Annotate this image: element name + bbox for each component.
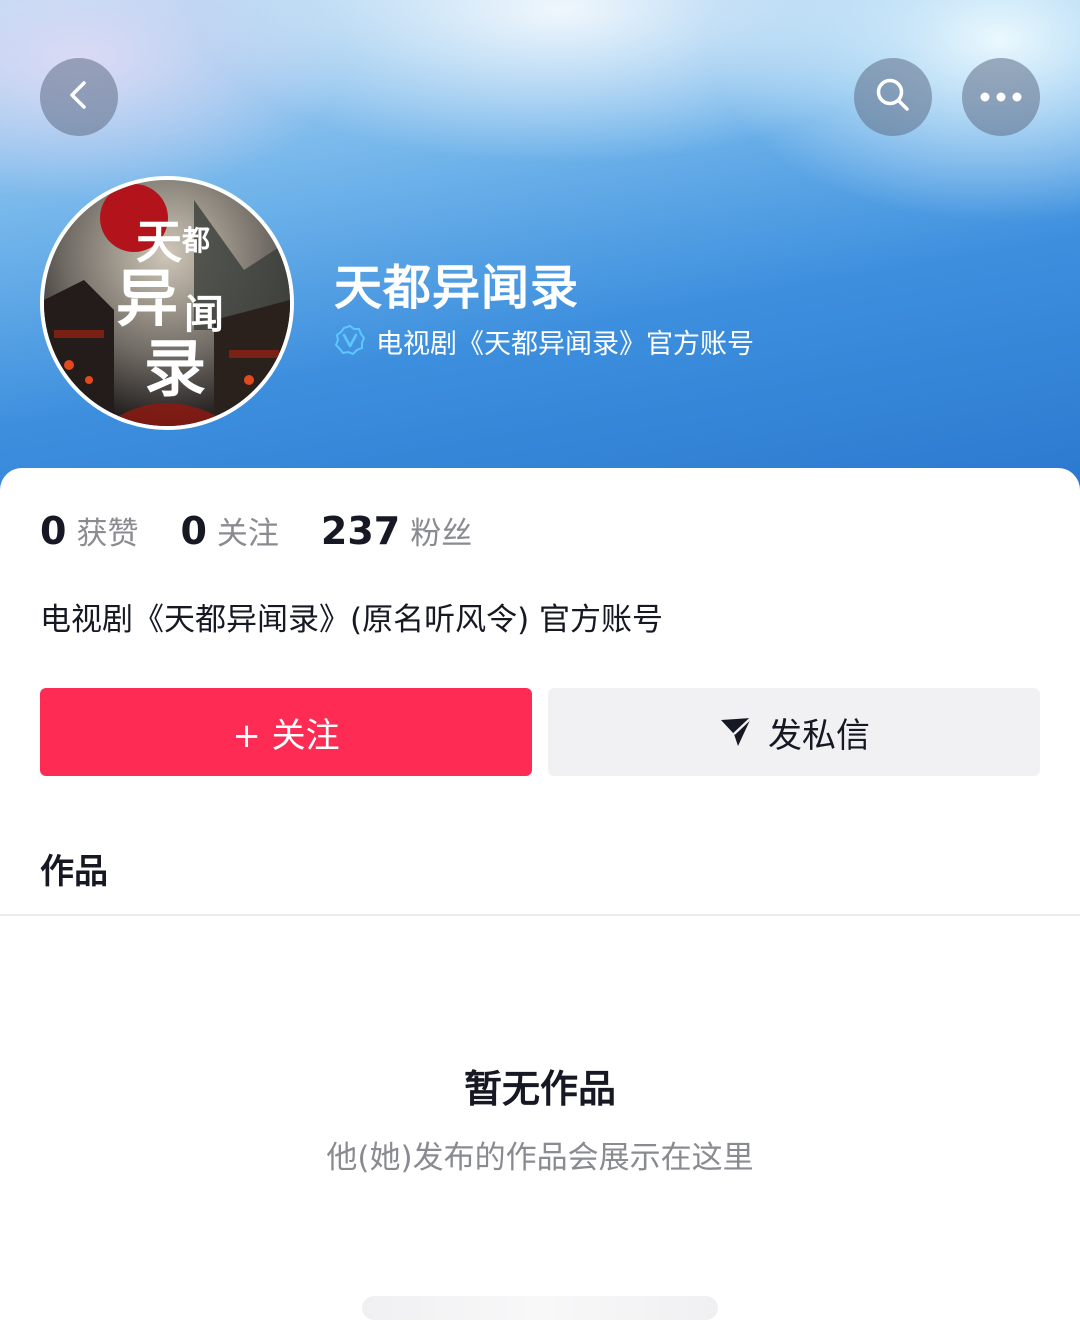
- verification-row: 电视剧《天都异闻录》官方账号: [334, 322, 754, 361]
- svg-text:都: 都: [181, 224, 210, 257]
- follow-button[interactable]: + 关注: [40, 688, 532, 776]
- send-icon: [718, 714, 754, 750]
- profile-bio: 电视剧《天都异闻录》(原名听风令) 官方账号: [40, 602, 664, 638]
- more-button[interactable]: [962, 58, 1040, 136]
- message-button[interactable]: 发私信: [548, 688, 1040, 776]
- search-button[interactable]: [854, 58, 932, 136]
- svg-text:天: 天: [136, 215, 182, 269]
- profile-stats: 0 获赞 0 关注 237 粉丝: [40, 508, 514, 553]
- message-button-label: 发私信: [768, 715, 870, 756]
- search-icon: [873, 75, 913, 119]
- more-horizontal-icon: [979, 88, 1023, 107]
- stat-following[interactable]: 0 关注: [180, 508, 278, 553]
- verified-badge-icon: [334, 324, 366, 360]
- follow-button-label: + 关注: [232, 715, 340, 756]
- empty-state-title: 暂无作品: [463, 1067, 616, 1111]
- verification-text: 电视剧《天都异闻录》官方账号: [376, 329, 754, 360]
- back-button[interactable]: [40, 58, 118, 136]
- tab-divider: [0, 914, 1080, 916]
- scroll-indicator: [362, 1296, 718, 1320]
- stat-following-value: 0: [180, 509, 207, 553]
- stat-likes-label: 获赞: [76, 516, 139, 552]
- empty-state-subtitle: 他(她)发布的作品会展示在这里: [326, 1140, 754, 1176]
- stat-likes[interactable]: 0 获赞: [40, 508, 138, 553]
- svg-text:闻: 闻: [184, 291, 224, 338]
- stat-followers-value: 237: [320, 509, 401, 553]
- profile-name: 天都异闻录: [334, 260, 580, 316]
- stat-followers[interactable]: 237 粉丝: [321, 508, 472, 553]
- stat-likes-value: 0: [40, 509, 67, 553]
- svg-text:录: 录: [144, 332, 206, 405]
- stat-following-label: 关注: [216, 516, 279, 552]
- svg-text:异: 异: [116, 262, 178, 335]
- profile-card: 0 获赞 0 关注 237 粉丝 电视剧《天都异闻录》(原名听风令) 官方账号 …: [0, 468, 1080, 1334]
- tab-works[interactable]: 作品: [40, 844, 108, 893]
- avatar[interactable]: 天 都 异 闻 录: [40, 176, 294, 430]
- stat-followers-label: 粉丝: [410, 516, 473, 552]
- chevron-left-icon: [62, 78, 96, 116]
